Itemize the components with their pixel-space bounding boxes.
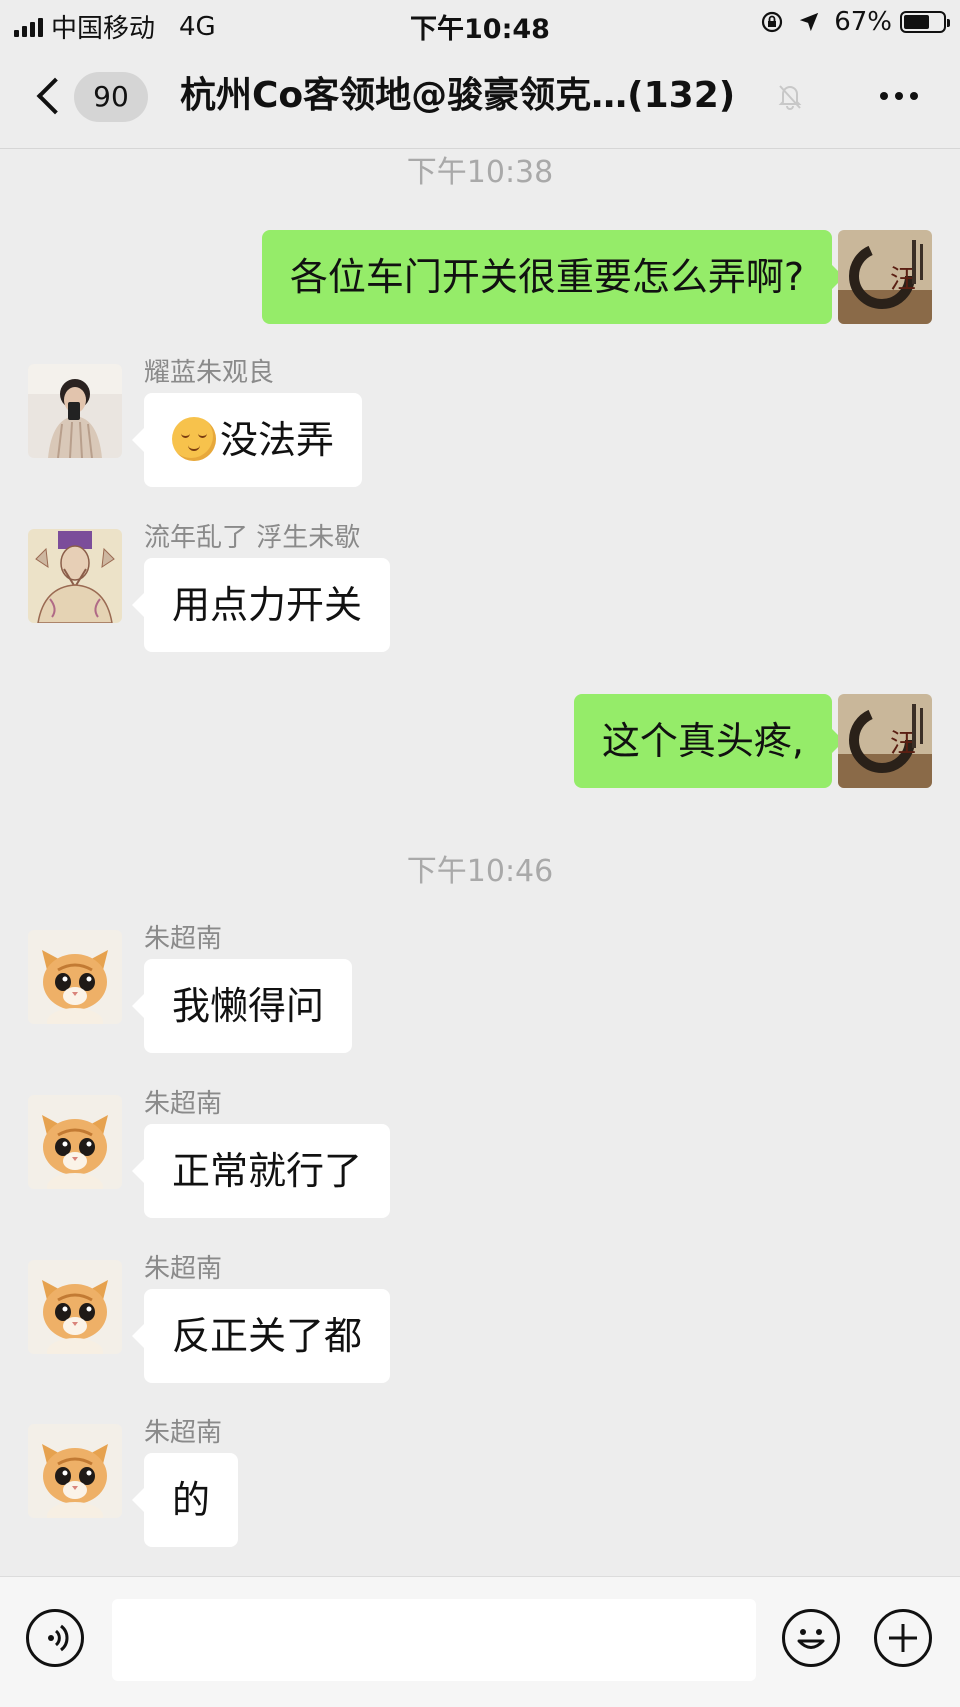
kitten-avatar-image bbox=[28, 930, 122, 1024]
kitten-avatar-image bbox=[28, 1260, 122, 1354]
unread-count-badge[interactable]: 90 bbox=[74, 72, 148, 122]
sender-avatar[interactable] bbox=[28, 1424, 122, 1518]
battery-fill bbox=[904, 15, 930, 29]
sender-avatar[interactable] bbox=[28, 1095, 122, 1189]
message-row-incoming: 朱超南 反正关了都 bbox=[0, 1254, 960, 1383]
voice-input-button[interactable] bbox=[26, 1609, 84, 1667]
battery-percent: 67% bbox=[834, 7, 892, 37]
message-input-bar bbox=[0, 1576, 960, 1707]
message-row-incoming: 朱超南 正常就行了 bbox=[0, 1089, 960, 1218]
plus-icon bbox=[889, 1624, 917, 1652]
self-avatar[interactable]: 汪 bbox=[838, 694, 932, 788]
incoming-message-bubble[interactable]: 用点力开关 bbox=[131, 558, 391, 652]
message-row-outgoing: 这个真头疼, 汪 bbox=[0, 694, 960, 788]
self-avatar[interactable]: 汪 bbox=[838, 230, 932, 324]
status-bar: 中国移动 4G 下午10:48 67% bbox=[0, 0, 960, 46]
message-text: 没法弄 bbox=[220, 418, 335, 462]
smiley-face-icon bbox=[797, 1629, 825, 1649]
incoming-message-bubble[interactable]: 我懒得问 bbox=[131, 959, 353, 1053]
ink-calligraphy-avatar-image: 汪 bbox=[838, 694, 932, 788]
sender-avatar[interactable] bbox=[28, 364, 122, 458]
person-selfie-avatar-image bbox=[28, 364, 122, 458]
sender-name: 朱超南 bbox=[144, 924, 223, 954]
incoming-message-bubble[interactable]: 反正关了都 bbox=[131, 1289, 391, 1383]
rotation-lock-icon bbox=[762, 11, 783, 33]
sender-name: 朱超南 bbox=[144, 1418, 223, 1448]
sender-name: 流年乱了 浮生未歇 bbox=[144, 523, 361, 553]
more-functions-button[interactable] bbox=[874, 1609, 932, 1667]
emoji-button[interactable] bbox=[782, 1609, 840, 1667]
sender-name: 朱超南 bbox=[144, 1254, 223, 1284]
incoming-message-bubble[interactable]: 的 bbox=[131, 1453, 239, 1547]
smiling-face-emoji-icon bbox=[172, 416, 216, 461]
outgoing-message-bubble[interactable]: 这个真头疼, bbox=[573, 694, 845, 788]
chat-title: 杭州Co客领地@骏豪领克…(132) bbox=[180, 75, 736, 116]
kitten-avatar-image bbox=[28, 1095, 122, 1189]
status-right: 67% bbox=[760, 7, 950, 37]
sender-avatar[interactable] bbox=[28, 529, 122, 623]
incoming-message-bubble[interactable]: 正常就行了 bbox=[131, 1124, 391, 1218]
message-row-incoming: 耀蓝朱观良 没法弄 bbox=[0, 358, 960, 487]
kitten-avatar-image bbox=[28, 1424, 122, 1518]
sender-name: 朱超南 bbox=[144, 1089, 223, 1119]
message-text-input[interactable] bbox=[112, 1599, 756, 1681]
outgoing-message-bubble[interactable]: 各位车门开关很重要怎么弄啊? bbox=[261, 230, 845, 324]
location-arrow-icon bbox=[800, 12, 819, 32]
sender-name: 耀蓝朱观良 bbox=[144, 358, 275, 388]
mute-bell-icon bbox=[778, 85, 802, 110]
message-row-incoming: 朱超南 我懒得问 bbox=[0, 924, 960, 1053]
incoming-message-bubble[interactable]: 没法弄 bbox=[131, 393, 363, 487]
message-row-incoming: 朱超南 的 bbox=[0, 1418, 960, 1547]
battery-icon bbox=[900, 11, 950, 33]
ink-calligraphy-avatar-image: 汪 bbox=[838, 230, 932, 324]
message-timestamp: 下午10:38 bbox=[406, 155, 554, 190]
voice-wave-icon bbox=[48, 1624, 69, 1652]
sender-avatar[interactable] bbox=[28, 930, 122, 1024]
back-button[interactable] bbox=[34, 72, 74, 116]
message-row-incoming: 流年乱了 浮生未歇 用点力开关 bbox=[0, 523, 960, 652]
message-timestamp: 下午10:46 bbox=[406, 854, 554, 889]
sender-avatar[interactable] bbox=[28, 1260, 122, 1354]
more-options-button[interactable] bbox=[880, 92, 918, 100]
sketch-figure-avatar-image bbox=[28, 529, 122, 623]
chat-header: 90 杭州Co客领地@骏豪领克…(132) bbox=[0, 46, 960, 149]
message-row-outgoing: 各位车门开关很重要怎么弄啊? 汪 bbox=[0, 230, 960, 324]
